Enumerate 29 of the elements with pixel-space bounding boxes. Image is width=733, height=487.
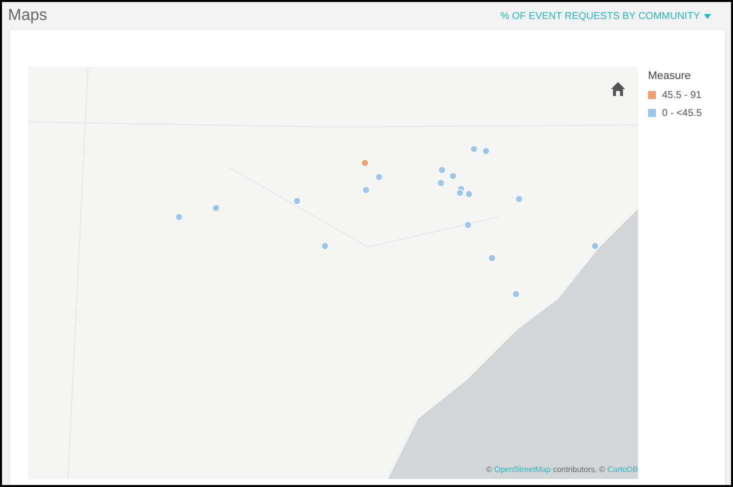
map-marker[interactable]: [449, 172, 457, 180]
map-marker[interactable]: [512, 290, 520, 298]
map-marker[interactable]: [464, 221, 472, 229]
page-title: Maps: [8, 6, 48, 26]
map-marker[interactable]: [456, 189, 464, 197]
map-marker[interactable]: [321, 242, 329, 250]
legend-label: 45.5 - 91: [662, 88, 702, 102]
map-marker[interactable]: [175, 213, 183, 221]
map-marker[interactable]: [375, 173, 383, 181]
map-marker[interactable]: [465, 190, 473, 198]
map-marker[interactable]: [515, 195, 523, 203]
cartodb-link[interactable]: CartoDB: [607, 465, 638, 474]
caret-icon: [704, 14, 711, 18]
map-marker[interactable]: [293, 197, 301, 205]
map-marker[interactable]: [438, 166, 446, 174]
map-marker[interactable]: [591, 242, 599, 250]
measure-dropdown[interactable]: % OF EVENT REQUESTS BY COMMUNITY: [500, 8, 711, 24]
map-marker[interactable]: [482, 147, 490, 155]
map-marker[interactable]: [362, 186, 370, 194]
map-marker[interactable]: [212, 204, 220, 212]
legend-title: Measure: [648, 69, 692, 84]
legend-label: 0 - <45.5: [662, 106, 702, 120]
map-marker[interactable]: [437, 179, 445, 187]
openstreetmap-link[interactable]: OpenStreetMap: [494, 465, 551, 474]
map-marker[interactable]: [488, 254, 496, 262]
map-marker[interactable]: [470, 145, 478, 153]
map-marker[interactable]: [361, 159, 369, 167]
home-icon[interactable]: [610, 81, 626, 97]
map-attribution: © OpenStreetMap contributors, © CartoDB: [486, 464, 638, 476]
